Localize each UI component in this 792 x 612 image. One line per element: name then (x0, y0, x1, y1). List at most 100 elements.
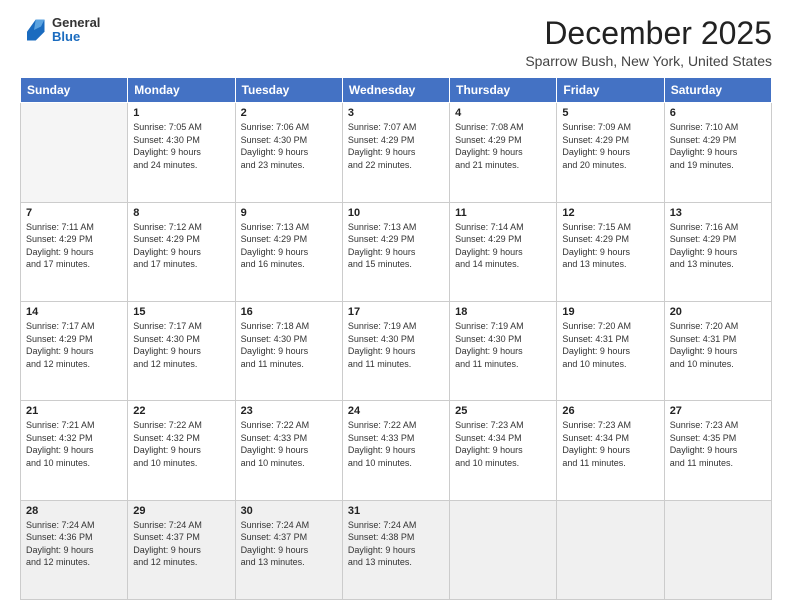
table-row: 21 Sunrise: 7:21 AMSunset: 4:32 PMDayligh… (21, 401, 128, 500)
table-row (21, 103, 128, 202)
day-number: 7 (26, 207, 122, 219)
day-number: 13 (670, 207, 766, 219)
table-row: 27Sunrise: 7:23 AMSunset: 4:35 PMDayligh… (664, 401, 771, 500)
page-title: December 2025 (525, 16, 772, 51)
day-info: Sunrise: 7:20 AMSunset: 4:31 PMDaylight:… (562, 320, 658, 370)
day-number: 21 (26, 405, 122, 417)
table-row: 23Sunrise: 7:22 AMSunset: 4:33 PMDayligh… (235, 401, 342, 500)
day-info: Sunrise: 7:13 AMSunset: 4:29 PMDaylight:… (348, 221, 444, 271)
calendar-week-row: 28Sunrise: 7:24 AMSunset: 4:36 PMDayligh… (21, 500, 772, 599)
table-row: 26 Sunrise: 7:23 AMSunset: 4:34 PMDayligh… (557, 401, 664, 500)
day-number: 22 (133, 405, 229, 417)
calendar-header-row: Sunday Monday Tuesday Wednesday Thursday… (21, 78, 772, 103)
table-row: 4 Sunrise: 7:08 AMSunset: 4:29 PMDaylight… (450, 103, 557, 202)
table-row: 22 Sunrise: 7:22 AMSunset: 4:32 PMDayligh… (128, 401, 235, 500)
day-info: Sunrise: 7:23 AMSunset: 4:34 PMDaylight:… (562, 419, 658, 469)
table-row: 3Sunrise: 7:07 AMSunset: 4:29 PMDaylight… (342, 103, 449, 202)
day-number: 4 (455, 107, 551, 119)
day-number: 27 (670, 405, 766, 417)
col-wednesday: Wednesday (342, 78, 449, 103)
generalblue-icon (20, 16, 48, 44)
day-number: 11 (455, 207, 551, 219)
day-info: Sunrise: 7:24 AMSunset: 4:37 PMDaylight:… (133, 519, 229, 569)
day-number: 17 (348, 306, 444, 318)
logo: General Blue (20, 16, 100, 45)
day-number: 6 (670, 107, 766, 119)
day-info: Sunrise: 7:14 AMSunset: 4:29 PMDaylight:… (455, 221, 551, 271)
day-info: Sunrise: 7:08 AMSunset: 4:29 PMDaylight:… (455, 121, 551, 171)
table-row: 11 Sunrise: 7:14 AMSunset: 4:29 PMDayligh… (450, 202, 557, 301)
table-row: 19 Sunrise: 7:20 AMSunset: 4:31 PMDayligh… (557, 301, 664, 400)
col-saturday: Saturday (664, 78, 771, 103)
day-info: Sunrise: 7:15 AMSunset: 4:29 PMDaylight:… (562, 221, 658, 271)
day-info: Sunrise: 7:17 AMSunset: 4:30 PMDaylight:… (133, 320, 229, 370)
table-row: 12 Sunrise: 7:15 AMSunset: 4:29 PMDayligh… (557, 202, 664, 301)
day-number: 9 (241, 207, 337, 219)
table-row: 8 Sunrise: 7:12 AMSunset: 4:29 PMDaylight… (128, 202, 235, 301)
col-sunday: Sunday (21, 78, 128, 103)
day-info: Sunrise: 7:23 AMSunset: 4:34 PMDaylight:… (455, 419, 551, 469)
day-number: 16 (241, 306, 337, 318)
day-info: Sunrise: 7:21 AMSunset: 4:32 PMDaylight:… (26, 419, 122, 469)
page-subtitle: Sparrow Bush, New York, United States (525, 53, 772, 69)
table-row: 16 Sunrise: 7:18 AMSunset: 4:30 PMDayligh… (235, 301, 342, 400)
day-info: Sunrise: 7:22 AMSunset: 4:33 PMDaylight:… (348, 419, 444, 469)
day-info: Sunrise: 7:06 AMSunset: 4:30 PMDaylight:… (241, 121, 337, 171)
day-number: 15 (133, 306, 229, 318)
table-row: 29 Sunrise: 7:24 AMSunset: 4:37 PMDayligh… (128, 500, 235, 599)
day-info: Sunrise: 7:16 AMSunset: 4:29 PMDaylight:… (670, 221, 766, 271)
table-row: 31Sunrise: 7:24 AMSunset: 4:38 PMDayligh… (342, 500, 449, 599)
table-row: 15 Sunrise: 7:17 AMSunset: 4:30 PMDayligh… (128, 301, 235, 400)
table-row: 14 Sunrise: 7:17 AMSunset: 4:29 PMDayligh… (21, 301, 128, 400)
day-number: 14 (26, 306, 122, 318)
day-number: 29 (133, 505, 229, 517)
calendar-week-row: 21 Sunrise: 7:21 AMSunset: 4:32 PMDayligh… (21, 401, 772, 500)
day-number: 10 (348, 207, 444, 219)
calendar-body: 1 Sunrise: 7:05 AMSunset: 4:30 PMDaylight… (21, 103, 772, 600)
table-row: 28Sunrise: 7:24 AMSunset: 4:36 PMDayligh… (21, 500, 128, 599)
col-monday: Monday (128, 78, 235, 103)
day-info: Sunrise: 7:05 AMSunset: 4:30 PMDaylight:… (133, 121, 229, 171)
day-info: Sunrise: 7:09 AMSunset: 4:29 PMDaylight:… (562, 121, 658, 171)
calendar-week-row: 1 Sunrise: 7:05 AMSunset: 4:30 PMDaylight… (21, 103, 772, 202)
day-number: 26 (562, 405, 658, 417)
day-number: 8 (133, 207, 229, 219)
day-number: 25 (455, 405, 551, 417)
table-row: 17Sunrise: 7:19 AMSunset: 4:30 PMDayligh… (342, 301, 449, 400)
col-friday: Friday (557, 78, 664, 103)
day-number: 1 (133, 107, 229, 119)
table-row: 5 Sunrise: 7:09 AMSunset: 4:29 PMDaylight… (557, 103, 664, 202)
table-row: 1 Sunrise: 7:05 AMSunset: 4:30 PMDaylight… (128, 103, 235, 202)
day-number: 5 (562, 107, 658, 119)
table-row (557, 500, 664, 599)
day-number: 12 (562, 207, 658, 219)
table-row (450, 500, 557, 599)
day-info: Sunrise: 7:24 AMSunset: 4:36 PMDaylight:… (26, 519, 122, 569)
day-info: Sunrise: 7:19 AMSunset: 4:30 PMDaylight:… (455, 320, 551, 370)
logo-blue-label: Blue (52, 30, 100, 44)
day-info: Sunrise: 7:20 AMSunset: 4:31 PMDaylight:… (670, 320, 766, 370)
calendar-week-row: 7Sunrise: 7:11 AMSunset: 4:29 PMDaylight… (21, 202, 772, 301)
day-info: Sunrise: 7:24 AMSunset: 4:38 PMDaylight:… (348, 519, 444, 569)
day-number: 18 (455, 306, 551, 318)
day-number: 3 (348, 107, 444, 119)
day-info: Sunrise: 7:13 AMSunset: 4:29 PMDaylight:… (241, 221, 337, 271)
col-thursday: Thursday (450, 78, 557, 103)
day-info: Sunrise: 7:24 AMSunset: 4:37 PMDaylight:… (241, 519, 337, 569)
logo-text: General Blue (52, 16, 100, 45)
table-row: 25 Sunrise: 7:23 AMSunset: 4:34 PMDayligh… (450, 401, 557, 500)
day-number: 19 (562, 306, 658, 318)
day-info: Sunrise: 7:12 AMSunset: 4:29 PMDaylight:… (133, 221, 229, 271)
table-row: 6Sunrise: 7:10 AMSunset: 4:29 PMDaylight… (664, 103, 771, 202)
table-row: 7Sunrise: 7:11 AMSunset: 4:29 PMDaylight… (21, 202, 128, 301)
page: General Blue December 2025 Sparrow Bush,… (0, 0, 792, 612)
day-info: Sunrise: 7:18 AMSunset: 4:30 PMDaylight:… (241, 320, 337, 370)
calendar-week-row: 14 Sunrise: 7:17 AMSunset: 4:29 PMDayligh… (21, 301, 772, 400)
day-number: 30 (241, 505, 337, 517)
day-info: Sunrise: 7:22 AMSunset: 4:33 PMDaylight:… (241, 419, 337, 469)
header: General Blue December 2025 Sparrow Bush,… (20, 16, 772, 69)
table-row: 13 Sunrise: 7:16 AMSunset: 4:29 PMDayligh… (664, 202, 771, 301)
day-info: Sunrise: 7:22 AMSunset: 4:32 PMDaylight:… (133, 419, 229, 469)
day-info: Sunrise: 7:17 AMSunset: 4:29 PMDaylight:… (26, 320, 122, 370)
day-number: 2 (241, 107, 337, 119)
